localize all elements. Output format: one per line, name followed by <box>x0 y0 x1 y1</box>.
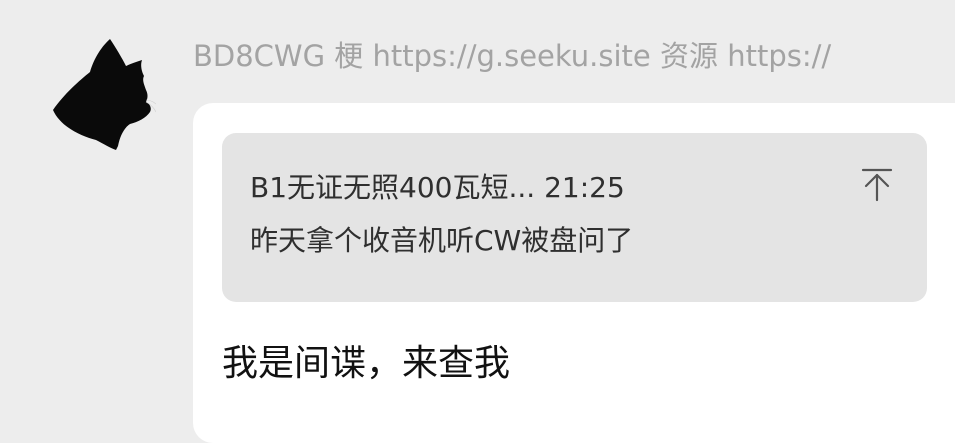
quoted-message[interactable]: B1无证无照400瓦短... 21:25 昨天拿个收音机听CW被盘问了 <box>222 133 927 302</box>
sender-name: BD8CWG 梗 https://g.seeku.site 资源 https:/… <box>193 39 832 73</box>
chat-message-row: BD8CWG 梗 https://g.seeku.site 资源 https:/… <box>0 0 955 443</box>
quoted-message-title: B1无证无照400瓦短... 21:25 <box>250 171 625 204</box>
arrow-up-to-top-icon <box>861 168 893 202</box>
quoted-message-text: 昨天拿个收音机听CW被盘问了 <box>250 224 634 257</box>
message-text: 我是间谍，来查我 <box>222 343 511 384</box>
avatar[interactable] <box>50 36 156 152</box>
jump-to-quote-button[interactable] <box>861 167 893 203</box>
message-bubble[interactable]: B1无证无照400瓦短... 21:25 昨天拿个收音机听CW被盘问了 我是间谍… <box>193 103 955 443</box>
black-cat-avatar-icon <box>53 39 156 150</box>
